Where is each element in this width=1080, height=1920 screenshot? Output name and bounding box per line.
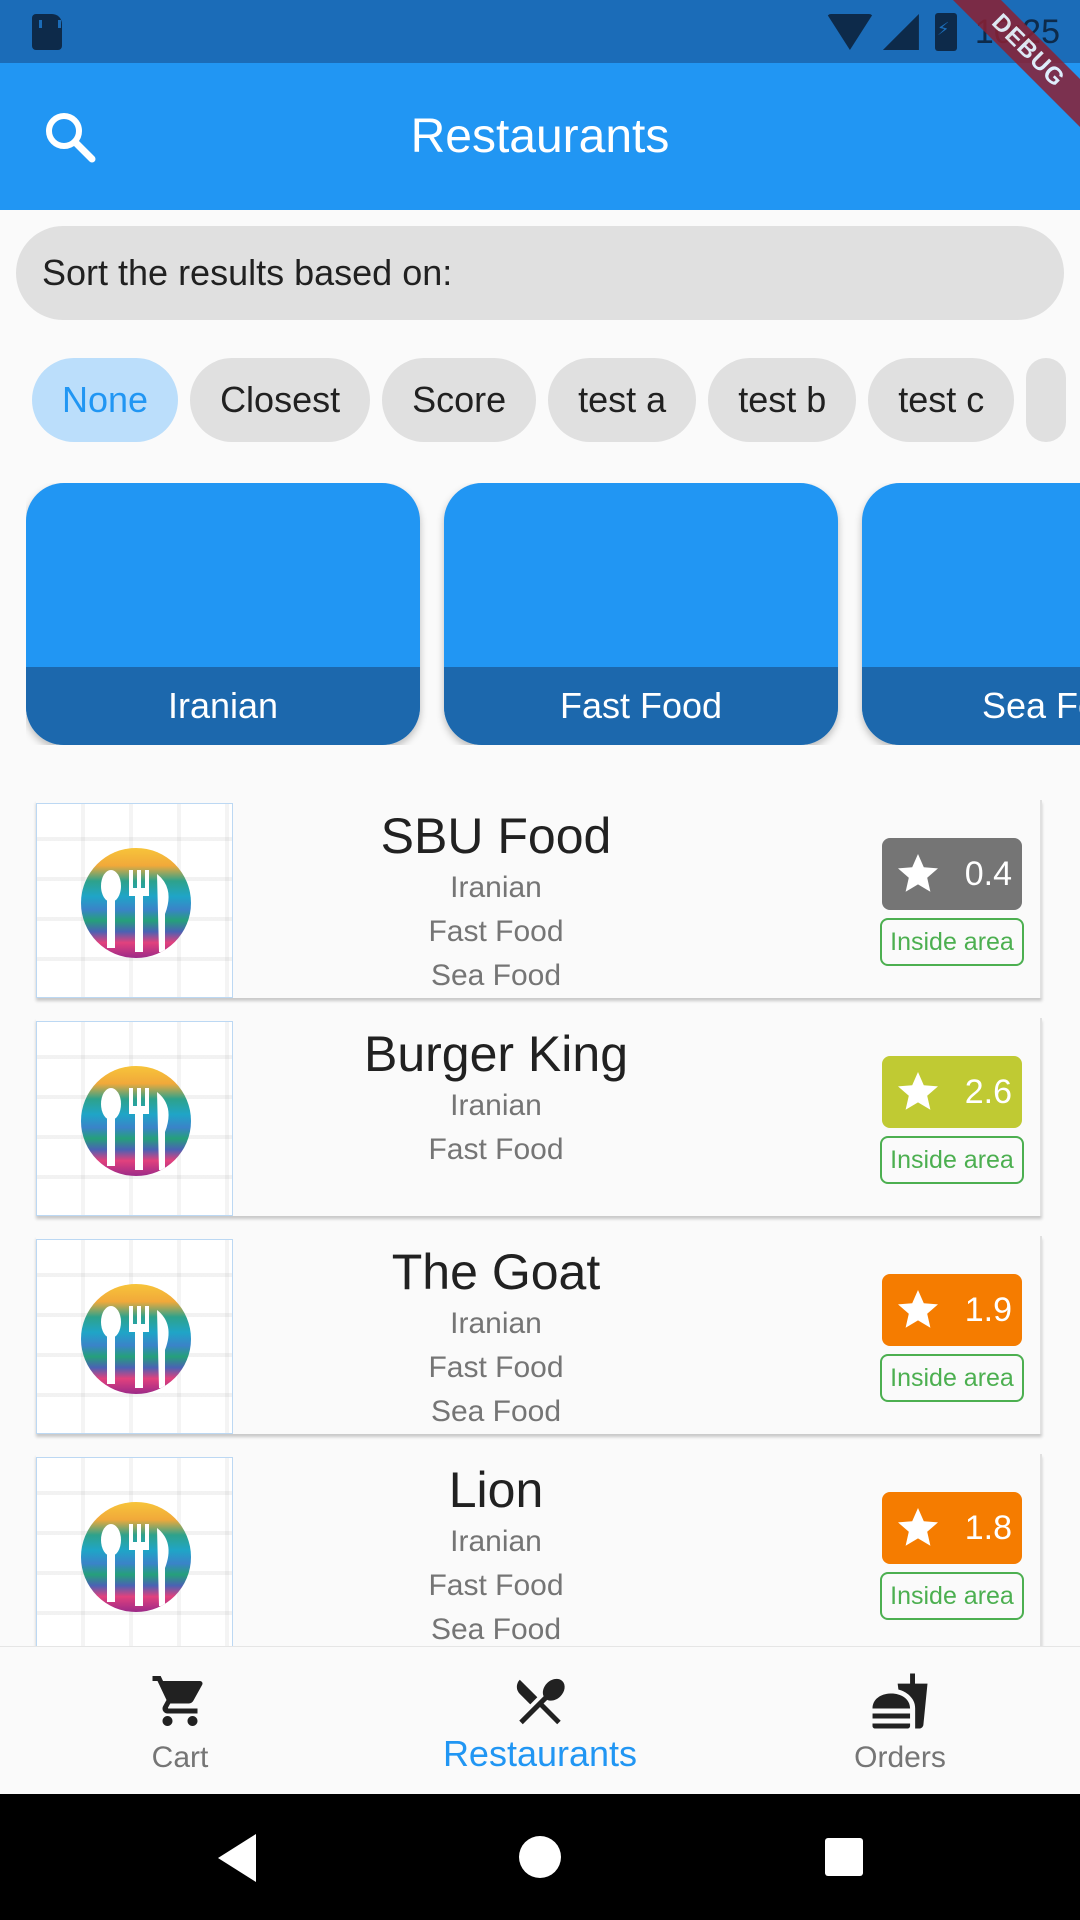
- rating-badge: 2.6: [882, 1056, 1022, 1128]
- restaurant-card[interactable]: The Goat Iranian Fast Food Sea Food 1.9 …: [36, 1236, 1042, 1434]
- restaurant-logo-icon: [81, 1066, 191, 1176]
- cell-signal-icon: [882, 14, 919, 50]
- fork-spoon-icon: [516, 1678, 565, 1725]
- restaurant-category: Iranian: [450, 1089, 542, 1122]
- restaurant-category: Sea Food: [430, 1613, 562, 1646]
- sort-label: Sort the results based on:: [42, 252, 453, 293]
- cart-icon: [152, 1676, 203, 1726]
- restaurant-category: Iranian: [450, 1525, 542, 1558]
- nav-label: Cart: [151, 1741, 209, 1774]
- restaurant-card[interactable]: Lion Iranian Fast Food Sea Food 1.8 Insi…: [36, 1454, 1042, 1646]
- restaurant-list: SBU Food Iranian Fast Food Sea Food 0.4 …: [0, 800, 1080, 1646]
- status-bar: 10:25: [0, 0, 1080, 63]
- restaurant-category: Sea Food: [430, 1395, 562, 1428]
- chip-more[interactable]: [1026, 358, 1067, 442]
- restaurant-category: Sea Food: [430, 959, 562, 992]
- restaurant-category: Fast Food: [428, 1569, 564, 1602]
- restaurant-name: Burger King: [363, 1026, 629, 1082]
- screen: 10:25 Restaurants DEBUG Sort the results…: [0, 0, 1080, 1920]
- search-icon: [46, 113, 96, 163]
- star-icon: [898, 1072, 938, 1110]
- rating-value: 0.4: [964, 855, 1012, 893]
- battery-charging-icon: [934, 13, 957, 51]
- home-icon[interactable]: [519, 1836, 561, 1878]
- back-icon[interactable]: [218, 1834, 256, 1882]
- nav-item-cart[interactable]: Cart: [0, 1647, 360, 1795]
- rating-value: 2.6: [964, 1073, 1012, 1111]
- nav-item-orders[interactable]: Orders: [720, 1647, 1080, 1795]
- inside-area-badge: Inside area: [880, 1572, 1024, 1620]
- sort-bar: Sort the results based on:: [16, 226, 1064, 320]
- restaurant-image: [36, 1457, 233, 1646]
- food-tray-icon: [872, 1673, 928, 1729]
- chip-test-c[interactable]: test c: [868, 358, 1015, 442]
- app-bar: Restaurants: [0, 63, 1080, 210]
- category-card-fast-food[interactable]: Fast Food: [444, 483, 838, 745]
- chip-closest[interactable]: Closest: [190, 358, 371, 442]
- restaurant-image: [36, 1239, 233, 1434]
- rating-badge: 1.8: [882, 1492, 1022, 1564]
- restaurant-category: Iranian: [450, 1307, 542, 1340]
- recent-apps-icon[interactable]: [825, 1838, 863, 1876]
- category-label: Fast Food: [444, 667, 838, 745]
- sd-card-icon: [32, 14, 62, 50]
- rating-badge: 0.4: [882, 838, 1022, 910]
- restaurant-info: SBU Food Iranian Fast Food Sea Food: [246, 800, 746, 998]
- restaurant-info: The Goat Iranian Fast Food Sea Food: [246, 1236, 746, 1434]
- rating-value: 1.8: [964, 1509, 1012, 1547]
- chip-test-b[interactable]: test b: [708, 358, 857, 442]
- category-carousel: Iranian Fast Food Sea Fo: [26, 483, 1080, 745]
- rating-badge: 1.9: [882, 1274, 1022, 1346]
- rating-value: 1.9: [964, 1291, 1012, 1329]
- nav-label: Orders: [854, 1741, 946, 1774]
- chip-score[interactable]: Score: [382, 358, 537, 442]
- restaurant-category: Fast Food: [428, 1351, 564, 1384]
- sort-chips: None Closest Score test a test b test c: [32, 358, 1080, 442]
- restaurant-category: Fast Food: [428, 1133, 564, 1166]
- wifi-icon: [826, 14, 873, 50]
- restaurant-image: [36, 803, 233, 998]
- restaurant-name: Lion: [448, 1462, 544, 1518]
- restaurant-card[interactable]: SBU Food Iranian Fast Food Sea Food 0.4 …: [36, 800, 1042, 998]
- search-button[interactable]: [40, 107, 100, 167]
- restaurant-info: Burger King Iranian Fast Food: [246, 1018, 746, 1172]
- restaurant-logo-icon: [81, 1284, 191, 1394]
- system-nav-bar: [0, 1794, 1080, 1920]
- category-card-sea-food[interactable]: Sea Fo: [862, 483, 1080, 745]
- restaurant-name: The Goat: [391, 1244, 601, 1300]
- bottom-nav: Cart Restaurants Orders: [0, 1646, 1080, 1794]
- page-title: Restaurants: [410, 110, 670, 163]
- star-icon: [898, 1290, 938, 1328]
- inside-area-badge: Inside area: [880, 918, 1024, 966]
- restaurant-card[interactable]: Burger King Iranian Fast Food 2.6 Inside…: [36, 1018, 1042, 1216]
- chip-test-a[interactable]: test a: [548, 358, 697, 442]
- star-icon: [898, 854, 938, 892]
- category-label: Sea Fo: [862, 667, 1080, 745]
- nav-label: Restaurants: [442, 1733, 638, 1774]
- nav-item-restaurants[interactable]: Restaurants: [360, 1647, 720, 1795]
- category-label: Iranian: [26, 667, 420, 745]
- restaurant-image: [36, 1021, 233, 1216]
- restaurant-info: Lion Iranian Fast Food Sea Food: [246, 1454, 746, 1646]
- restaurant-logo-icon: [81, 1502, 191, 1612]
- category-card-iranian[interactable]: Iranian: [26, 483, 420, 745]
- restaurant-category: Fast Food: [428, 915, 564, 948]
- inside-area-badge: Inside area: [880, 1136, 1024, 1184]
- restaurant-category: Iranian: [450, 871, 542, 904]
- inside-area-badge: Inside area: [880, 1354, 1024, 1402]
- chip-none[interactable]: None: [32, 358, 179, 442]
- restaurant-logo-icon: [81, 848, 191, 958]
- star-icon: [898, 1508, 938, 1546]
- restaurant-name: SBU Food: [380, 808, 612, 864]
